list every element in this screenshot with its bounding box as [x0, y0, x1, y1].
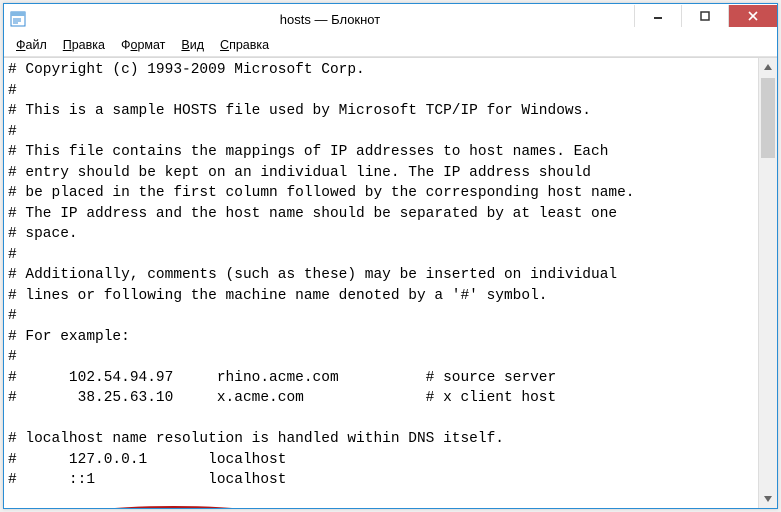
editor-line: # ::1 localhost [8, 470, 754, 491]
notepad-window: hosts — Блокнот Файл Правка Формат Вид С… [3, 3, 778, 509]
editor-line: # be placed in the first column followed… [8, 183, 754, 204]
menu-view[interactable]: Вид [173, 36, 212, 54]
window-buttons [634, 5, 777, 27]
editor-line: # 127.0.0.1 localhost [8, 450, 754, 471]
editor-line: # [8, 306, 754, 327]
editor-line: # This is a sample HOSTS file used by Mi… [8, 101, 754, 122]
notepad-app-icon [10, 11, 26, 27]
client-area: # Copyright (c) 1993-2009 Microsoft Corp… [4, 57, 777, 508]
editor-line: # This file contains the mappings of IP … [8, 142, 754, 163]
editor-line: # [8, 81, 754, 102]
scroll-down-arrow[interactable] [759, 490, 777, 508]
menu-format[interactable]: Формат [113, 36, 173, 54]
editor-line: # 102.54.94.97 rhino.acme.com # source s… [8, 368, 754, 389]
window-title: hosts — Блокнот [26, 12, 634, 27]
editor-line [8, 409, 754, 430]
editor-line: # localhost name resolution is handled w… [8, 429, 754, 450]
editor-line: # 38.25.63.10 x.acme.com # x client host [8, 388, 754, 409]
editor-line: # space. [8, 224, 754, 245]
editor-line: # For example: [8, 327, 754, 348]
text-editor[interactable]: # Copyright (c) 1993-2009 Microsoft Corp… [4, 58, 758, 508]
editor-line: # Copyright (c) 1993-2009 Microsoft Corp… [8, 60, 754, 81]
editor-line: # Additionally, comments (such as these)… [8, 265, 754, 286]
editor-line [8, 491, 754, 509]
maximize-button[interactable] [681, 5, 728, 27]
editor-line: # [8, 122, 754, 143]
minimize-button[interactable] [634, 5, 681, 27]
editor-line: # The IP address and the host name shoul… [8, 204, 754, 225]
editor-line: # [8, 245, 754, 266]
menubar: Файл Правка Формат Вид Справка [4, 34, 777, 57]
scroll-up-arrow[interactable] [759, 58, 777, 76]
editor-line: # entry should be kept on an individual … [8, 163, 754, 184]
editor-line: # lines or following the machine name de… [8, 286, 754, 307]
menu-edit[interactable]: Правка [55, 36, 113, 54]
close-button[interactable] [728, 5, 777, 27]
menu-file[interactable]: Файл [8, 36, 55, 54]
scroll-thumb[interactable] [761, 78, 775, 158]
titlebar: hosts — Блокнот [4, 4, 777, 34]
vertical-scrollbar[interactable] [758, 58, 777, 508]
menu-help[interactable]: Справка [212, 36, 277, 54]
editor-line: # [8, 347, 754, 368]
